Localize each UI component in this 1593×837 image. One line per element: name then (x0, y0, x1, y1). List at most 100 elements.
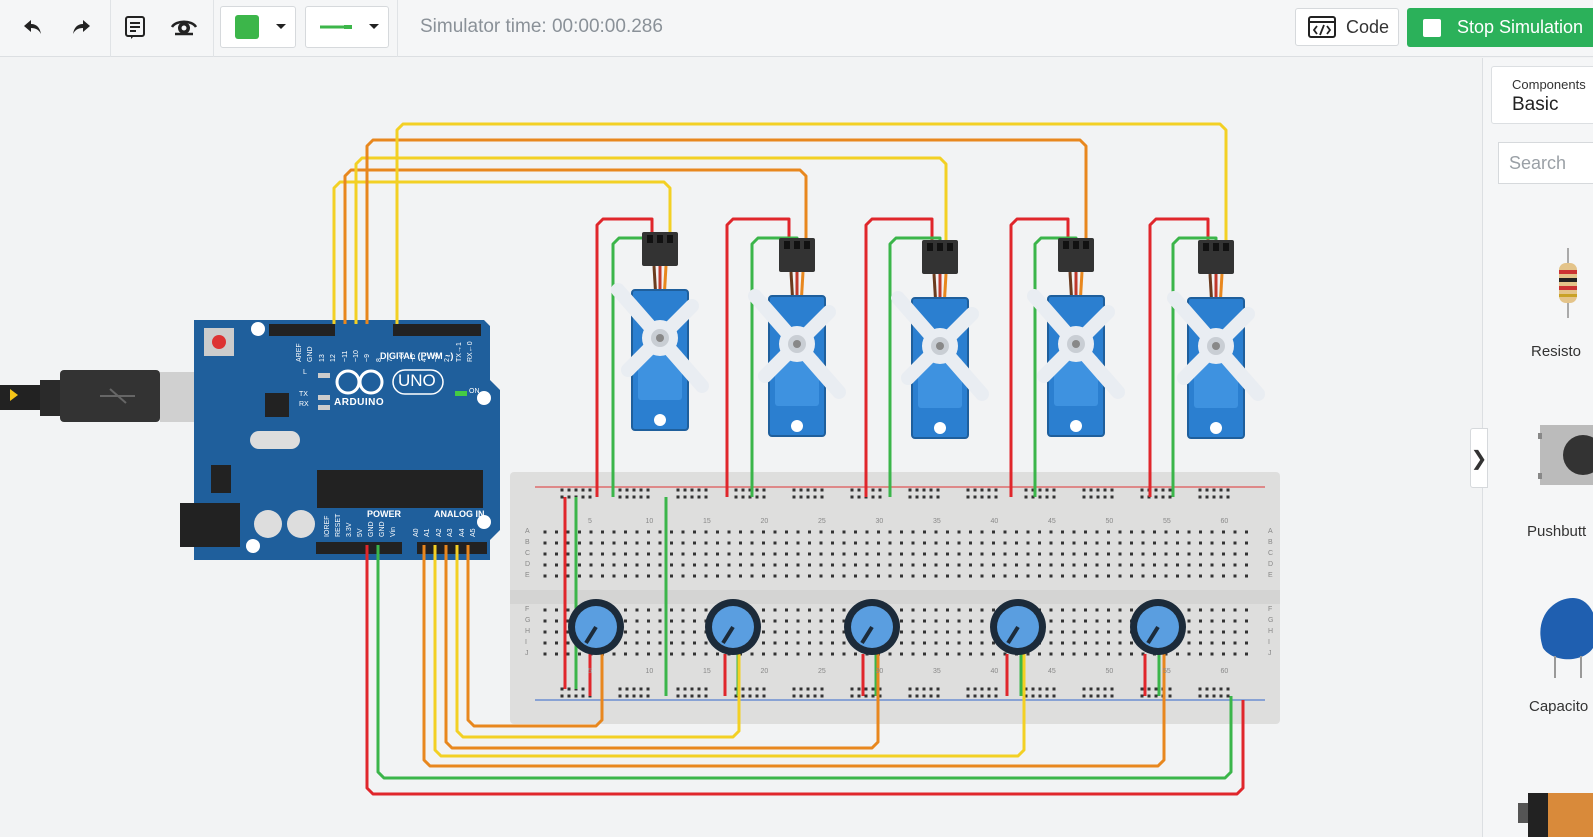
code-button[interactable]: Code (1295, 8, 1399, 46)
column-number: 15 (703, 668, 711, 675)
row-letter: C (525, 550, 531, 557)
row-letter: I (1268, 639, 1270, 646)
column-number: 55 (1163, 668, 1171, 675)
servo-motor[interactable] (1167, 240, 1265, 439)
component-search-input[interactable] (1498, 142, 1593, 184)
pin-label: GND (307, 346, 315, 362)
component-item-label: Pushbutt (1527, 523, 1587, 540)
column-number: 60 (1220, 518, 1229, 525)
components-category-select[interactable]: Components Basic (1491, 66, 1593, 124)
row-letter: B (1268, 539, 1273, 546)
battery-icon (1518, 793, 1593, 837)
pin-label: 8 (375, 358, 383, 362)
row-letter: H (1268, 628, 1274, 635)
arduino-led-rx-label: RX (299, 401, 309, 408)
visibility-button[interactable] (165, 8, 203, 46)
pin-label: Vin (390, 527, 397, 537)
column-number: 25 (818, 518, 826, 525)
notes-button[interactable] (116, 8, 154, 46)
column-number: 25 (818, 668, 826, 675)
pin-label: GND (368, 521, 375, 537)
wire-color-swatch (320, 25, 352, 29)
column-number: 60 (1220, 668, 1229, 675)
servo-motor[interactable] (748, 238, 846, 437)
arduino-model-label: UNO (398, 371, 436, 390)
column-number: 40 (990, 518, 999, 525)
capacitor-icon (1540, 598, 1593, 678)
pin-label: A5 (470, 528, 477, 537)
wire[interactable] (343, 168, 808, 324)
row-letter: G (1268, 617, 1274, 624)
arduino-brand-label: ARDUINO (334, 397, 385, 408)
pin-label: A0 (413, 528, 420, 537)
column-number: 30 (875, 518, 884, 525)
redo-icon (73, 20, 90, 34)
pin-label: GND (379, 521, 386, 537)
servos (611, 232, 1265, 439)
row-letter: I (525, 639, 527, 646)
column-number: 20 (760, 668, 769, 675)
component-item-capacitor[interactable]: Capacito (1483, 598, 1593, 728)
column-number: 5 (588, 518, 592, 525)
sidebar-collapse-toggle[interactable]: ❯ (1470, 428, 1488, 488)
pin-label: 2 (444, 358, 452, 362)
pin-label: 7 (387, 358, 395, 362)
pin-label: 3.3V (346, 522, 353, 537)
pin-label: IOREF (324, 515, 331, 537)
toolbar: Simulator time: 00:00:00.286 Code Stop S… (0, 0, 1593, 57)
fill-color-dropdown[interactable] (220, 6, 296, 48)
potentiometer[interactable] (1130, 599, 1186, 655)
row-letter: G (525, 617, 531, 624)
eye-icon (170, 20, 198, 36)
pin-label: 13 (318, 354, 326, 362)
column-number: 40 (990, 668, 999, 675)
pin-label: RESET (335, 513, 342, 537)
pin-label: ~3 (432, 354, 440, 362)
arduino-power-label: POWER (367, 509, 402, 519)
component-item-resistor[interactable]: Resisto (1483, 238, 1593, 368)
column-number: 30 (875, 668, 884, 675)
column-number: 50 (1105, 518, 1114, 525)
servo-motor[interactable] (611, 232, 709, 431)
row-letter: D (525, 561, 531, 568)
wire-color-dropdown[interactable] (305, 6, 389, 48)
component-item-battery[interactable] (1483, 788, 1593, 837)
potentiometer[interactable] (568, 599, 624, 655)
chevron-down-icon (276, 24, 286, 29)
pin-label: ~9 (364, 354, 372, 362)
pin-label: A3 (447, 528, 455, 537)
row-letter: J (525, 650, 529, 657)
row-letter: E (1268, 572, 1273, 579)
row-letter: E (525, 572, 530, 579)
potentiometer[interactable] (705, 599, 761, 655)
fill-color-swatch (235, 15, 259, 39)
stop-simulation-button[interactable]: Stop Simulation (1407, 8, 1593, 47)
row-letter: J (1268, 650, 1272, 657)
pin-label: ~11 (341, 350, 349, 362)
undo-button[interactable] (14, 8, 52, 46)
redo-button[interactable] (62, 8, 100, 46)
pin-label: A4 (458, 528, 466, 537)
column-number: 5 (588, 668, 592, 675)
wire[interactable] (395, 122, 1228, 324)
potentiometer[interactable] (990, 599, 1046, 655)
pin-label: TX→1 (455, 342, 463, 362)
component-item-pushbutton[interactable]: Pushbutt (1483, 418, 1593, 548)
arduino-led-tx-label: TX (299, 391, 308, 398)
pin-label: ~5 (410, 354, 417, 362)
circuit-canvas[interactable]: ARDUINO UNO DIGITAL (PWM ~) POWER ANALOG… (0, 58, 1482, 837)
pin-label: ~6 (398, 354, 406, 362)
pin-label: A1 (424, 528, 432, 537)
wire[interactable] (332, 180, 672, 324)
column-number: 55 (1163, 518, 1171, 525)
potentiometer[interactable] (844, 599, 900, 655)
row-letter: F (1268, 606, 1273, 613)
servo-motor[interactable] (891, 240, 989, 439)
pin-label: AREF (296, 343, 303, 362)
column-number: 50 (1105, 668, 1114, 675)
pin-label: A2 (435, 528, 443, 537)
circuit-svg (0, 122, 1280, 796)
servo-motor[interactable] (1027, 238, 1125, 437)
column-number: 45 (1048, 668, 1056, 675)
pin-label: 5V (357, 528, 364, 537)
